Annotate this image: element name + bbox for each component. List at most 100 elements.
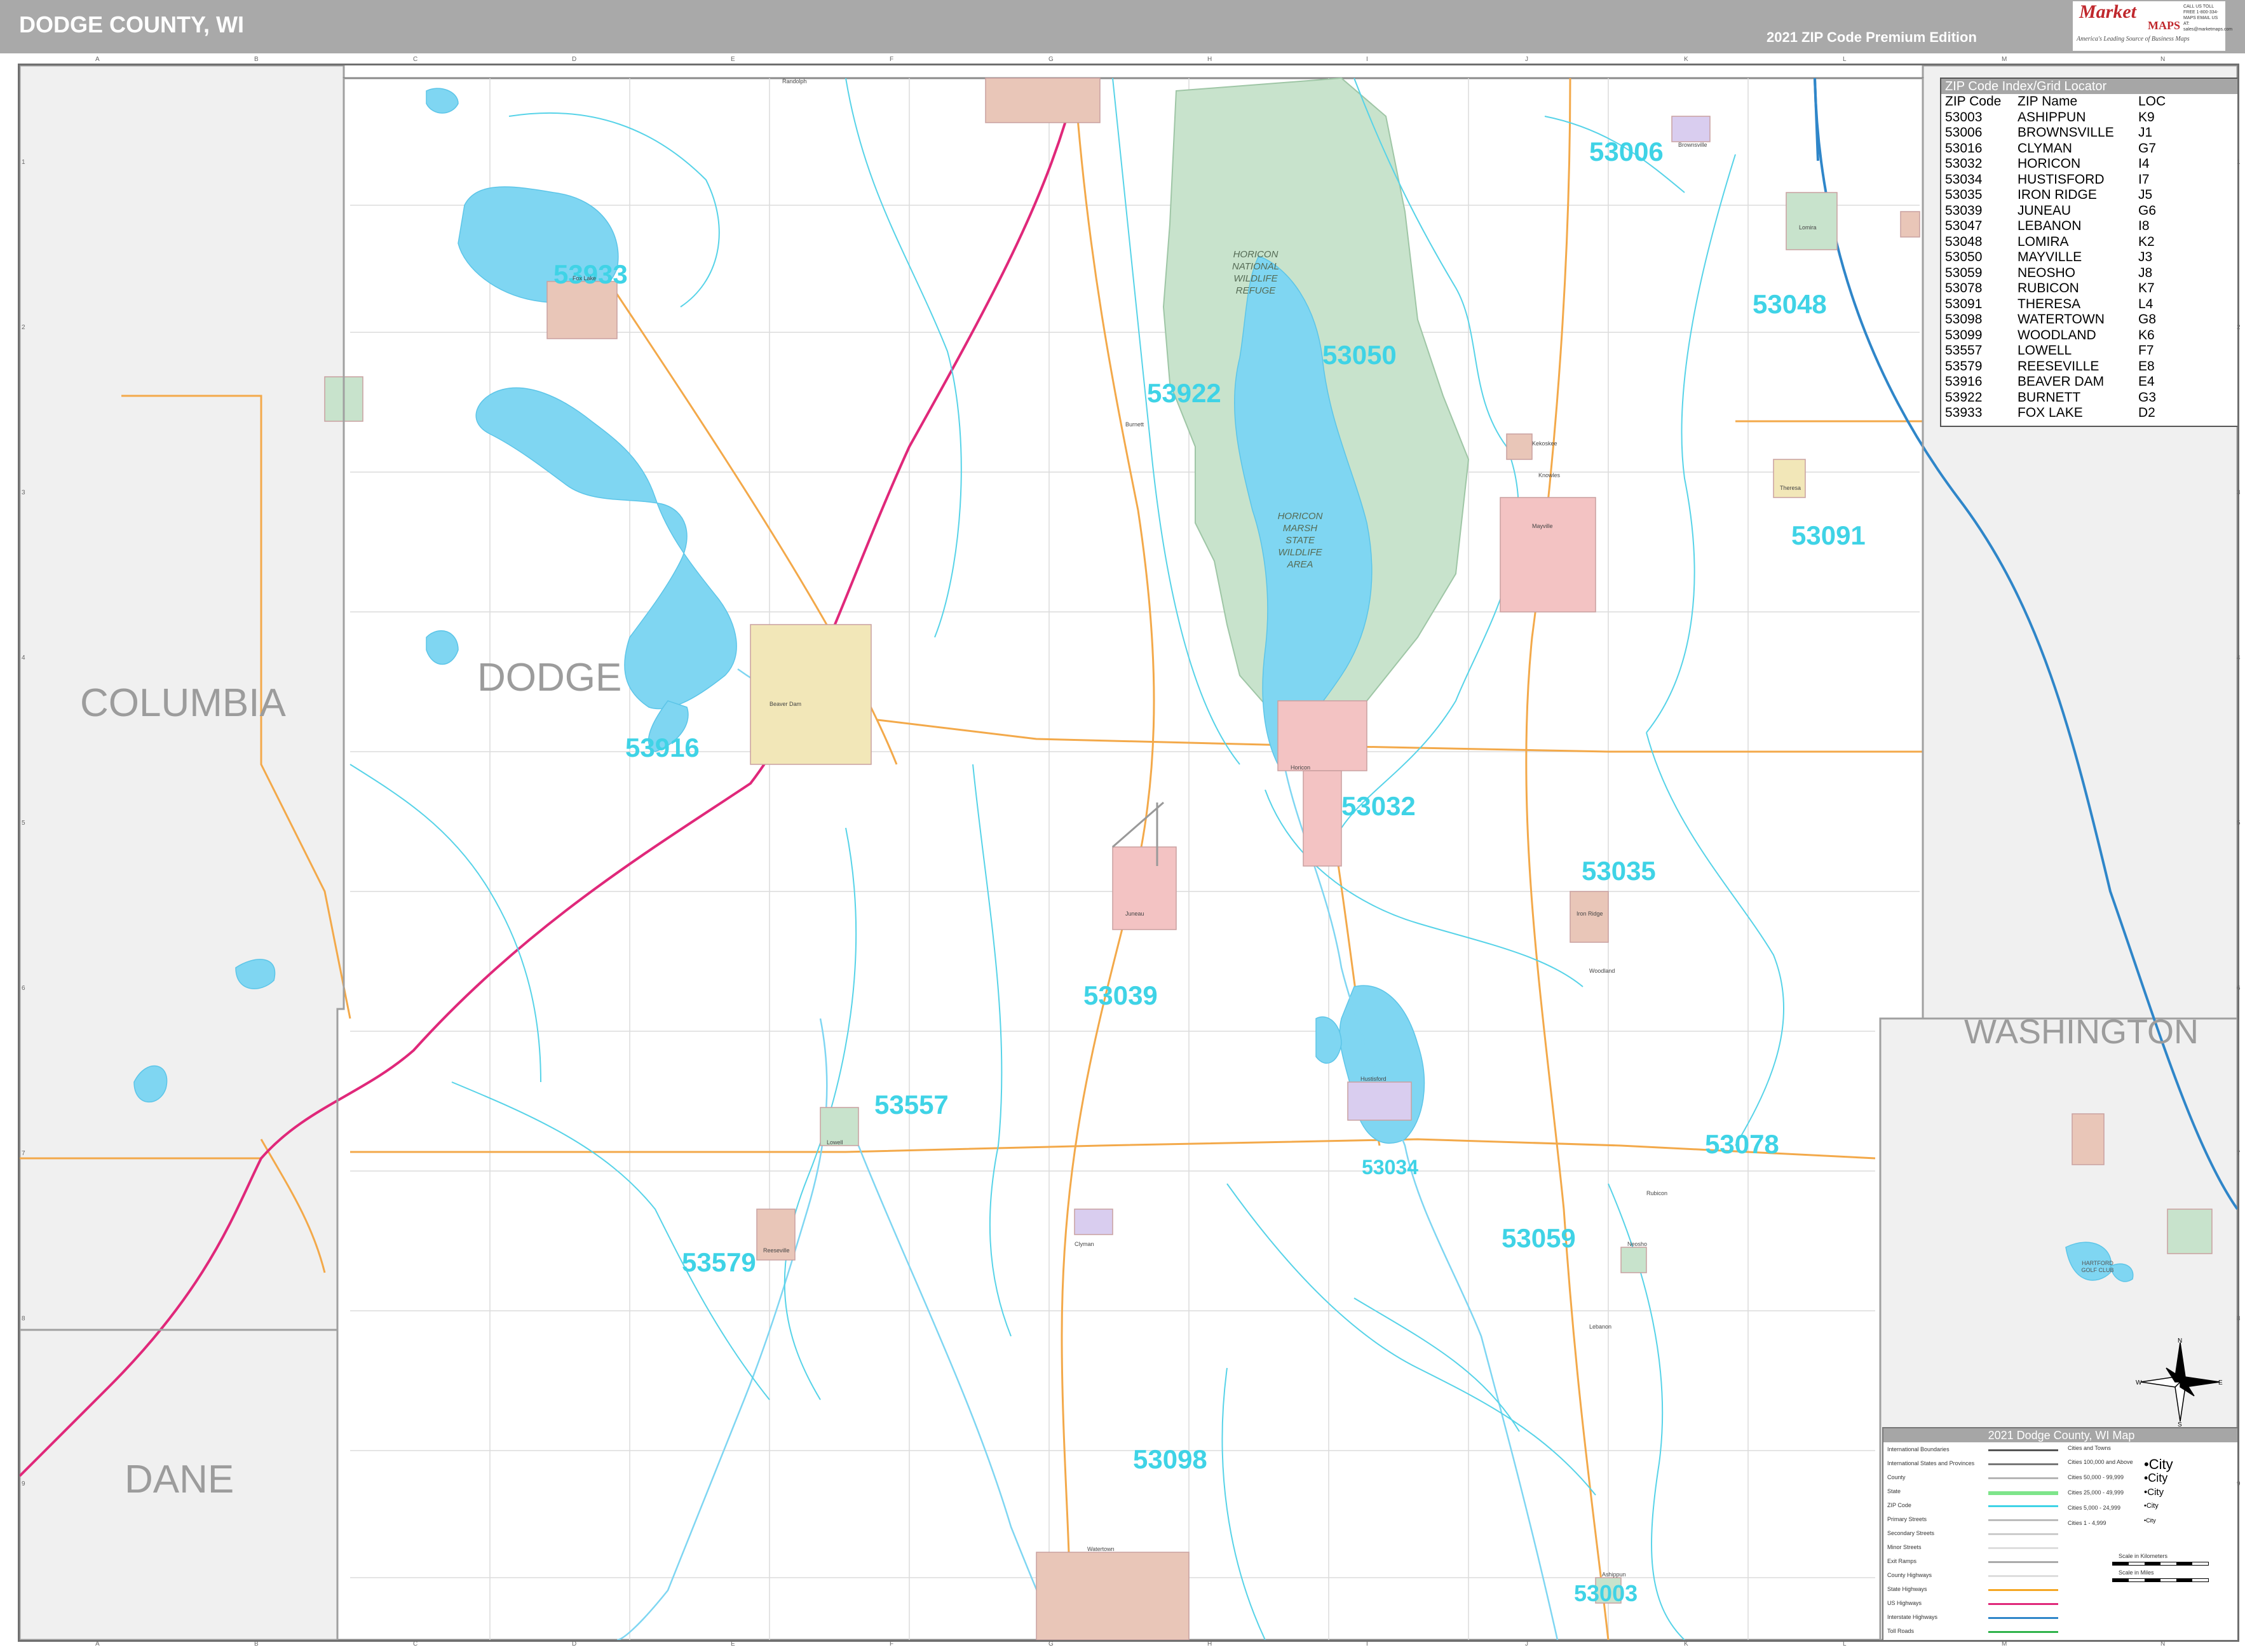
market-maps-logo: Market MAPS America's Leading Source of …: [2073, 1, 2233, 51]
place-label: Iron Ridge: [1577, 911, 1603, 917]
legend-cities-header: Cities and Towns: [2068, 1445, 2111, 1451]
county-label-washington: WASHINGTON: [1964, 1013, 2199, 1051]
grid-number: 2: [22, 324, 25, 331]
zip-index-header-row: ZIP Code ZIP Name LOC: [1944, 94, 2166, 110]
randolph-city: [985, 78, 1101, 123]
place-label: Beaver Dam: [770, 701, 802, 707]
zip-code-cell: 53078: [1945, 281, 1983, 295]
zip-loc-cell: J1: [2138, 125, 2153, 140]
zip-index-row: 53006 BROWNSVILLE J1: [1944, 125, 2166, 141]
compass-icon: [2140, 1342, 2220, 1422]
grid-letter: B: [254, 1641, 259, 1648]
logo-contact: CALL US TOLL FREE 1-800-334-MAPS EMAIL U…: [2183, 4, 2233, 32]
place-label: Woodland: [1589, 968, 1615, 974]
grid-letter: A: [95, 56, 100, 63]
zip-index-grid: ZIP Code ZIP Name LOC 53003 ASHIPPUN K9 530…: [1944, 94, 2166, 421]
zip-name-cell: BEAVER DAM: [2018, 374, 2105, 389]
grid-letter: N: [2160, 1641, 2166, 1648]
legend-line-swatch: [1988, 1463, 2058, 1465]
place-label: Brownsville: [1678, 142, 1707, 148]
zip-label-53048: 53048: [1753, 289, 1827, 319]
theresa-city: [1773, 459, 1806, 498]
zip-code-cell: 53579: [1945, 358, 1983, 374]
compass-e: E: [2218, 1379, 2223, 1386]
iron-ridge-city: [1570, 891, 1609, 943]
place-label: Lomira: [1799, 224, 1817, 231]
place-label: Kekoskee: [1532, 440, 1557, 447]
map-frame: COLUMBIA DODGE WASHINGTON DANE 53006 539…: [18, 64, 2239, 1642]
zip-name-cell: FOX LAKE: [2018, 405, 2083, 420]
zip-code-cell: 53922: [1945, 389, 1983, 405]
legend-line-swatch: [1988, 1491, 2058, 1495]
zip-name-cell: RUBICON: [2018, 281, 2079, 295]
zip-code-cell: 53059: [1945, 265, 1983, 280]
legend-city-label: Cities 50,000 - 99,999: [2068, 1474, 2124, 1480]
legend-line-swatch: [1988, 1561, 2058, 1563]
legend-city-label: Cities 1 - 4,999: [2068, 1520, 2106, 1526]
place-label: Fox Lake: [573, 275, 597, 281]
place-label: Horicon: [1291, 764, 1311, 771]
legend-item-label: ZIP Code: [1887, 1502, 1911, 1508]
county-label-dane: DANE: [125, 1458, 234, 1501]
zip-name-cell: WATERTOWN: [2018, 312, 2105, 327]
grid-letter: L: [1843, 56, 1847, 63]
legend-item-label: Primary Streets: [1887, 1516, 1927, 1522]
legend-item-label: US Highways: [1887, 1600, 1922, 1606]
zip-name-cell: IRON RIDGE: [2018, 187, 2097, 202]
zip-code-cell: 53048: [1945, 234, 1983, 249]
legend-city-sample: •City: [2144, 1502, 2159, 1510]
mayville-city: [1500, 497, 1596, 613]
grid-number: 5: [22, 820, 25, 827]
place-label: Randolph: [782, 78, 807, 85]
clyman-city: [1074, 1209, 1113, 1235]
logo-brand-bottom: MAPS: [2148, 19, 2180, 32]
zip-index-title: ZIP Code Index/Grid Locator: [1941, 79, 2237, 94]
zip-loc-cell: J5: [2138, 187, 2153, 202]
zip-index-row: 53922 BURNETT G3: [1944, 390, 2166, 406]
zip-code-cell: 53050: [1945, 250, 1983, 264]
place-label: Mayville: [1532, 523, 1553, 529]
zip-label-53032: 53032: [1341, 791, 1416, 821]
compass-s: S: [2178, 1421, 2182, 1426]
zip-index-row: 53078 RUBICON K7: [1944, 281, 2166, 297]
place-label: Hustisford: [1360, 1076, 1387, 1082]
zip-code-cell: 53098: [1945, 312, 1983, 327]
grid-letter: C: [413, 1641, 418, 1648]
zip-label-53059: 53059: [1502, 1223, 1576, 1253]
zip-name-cell: MAYVILLE: [2018, 250, 2082, 264]
legend-item-label: Exit Ramps: [1887, 1558, 1917, 1564]
grid-number: 9: [2237, 1480, 2241, 1487]
grid-letter: G: [1048, 56, 1054, 63]
zip-index-row: 53048 LOMIRA K2: [1944, 234, 2166, 250]
zip-code-cell: 53039: [1945, 203, 1983, 218]
legend-item-label: Interstate Highways: [1887, 1614, 1938, 1620]
zip-loc-cell: G8: [2138, 312, 2157, 327]
grid-number: 3: [2237, 489, 2241, 496]
col-zip-code: ZIP Code: [1945, 94, 2002, 109]
legend-line-swatch: [1988, 1449, 2058, 1451]
legend-city-sample: •City: [2144, 1487, 2164, 1498]
grid-number: 7: [2237, 1150, 2241, 1157]
zip-name-cell: BURNETT: [2018, 389, 2081, 405]
zip-label-53003: 53003: [1574, 1580, 1638, 1606]
zip-name-cell: ASHIPPUN: [2018, 109, 2086, 125]
legend-item-label: Secondary Streets: [1887, 1530, 1935, 1536]
scale-bar-km: [2112, 1562, 2209, 1566]
logo-brand-top: Market: [2079, 1, 2136, 22]
county-label-dodge: DODGE: [477, 656, 622, 700]
place-label: Juneau: [1125, 911, 1144, 917]
legend-line-swatch: [1988, 1533, 2058, 1535]
neosho-city: [1620, 1247, 1647, 1273]
zip-index-row: 53034 HUSTISFORD I7: [1944, 172, 2166, 188]
zip-code-cell: 53006: [1945, 125, 1983, 140]
zip-name-cell: LOMIRA: [2018, 234, 2069, 249]
small-lake-2: [235, 959, 276, 989]
zip-label-53579: 53579: [682, 1247, 756, 1277]
zip-name-cell: LEBANON: [2018, 219, 2082, 233]
zip-code-cell: 53099: [1945, 327, 1983, 342]
zip-loc-cell: I7: [2138, 172, 2150, 187]
col-loc: LOC: [2138, 94, 2166, 109]
legend-line-swatch: [1988, 1617, 2058, 1619]
zip-loc-cell: L4: [2138, 296, 2153, 311]
map-title: DODGE COUNTY, WI: [19, 11, 245, 37]
